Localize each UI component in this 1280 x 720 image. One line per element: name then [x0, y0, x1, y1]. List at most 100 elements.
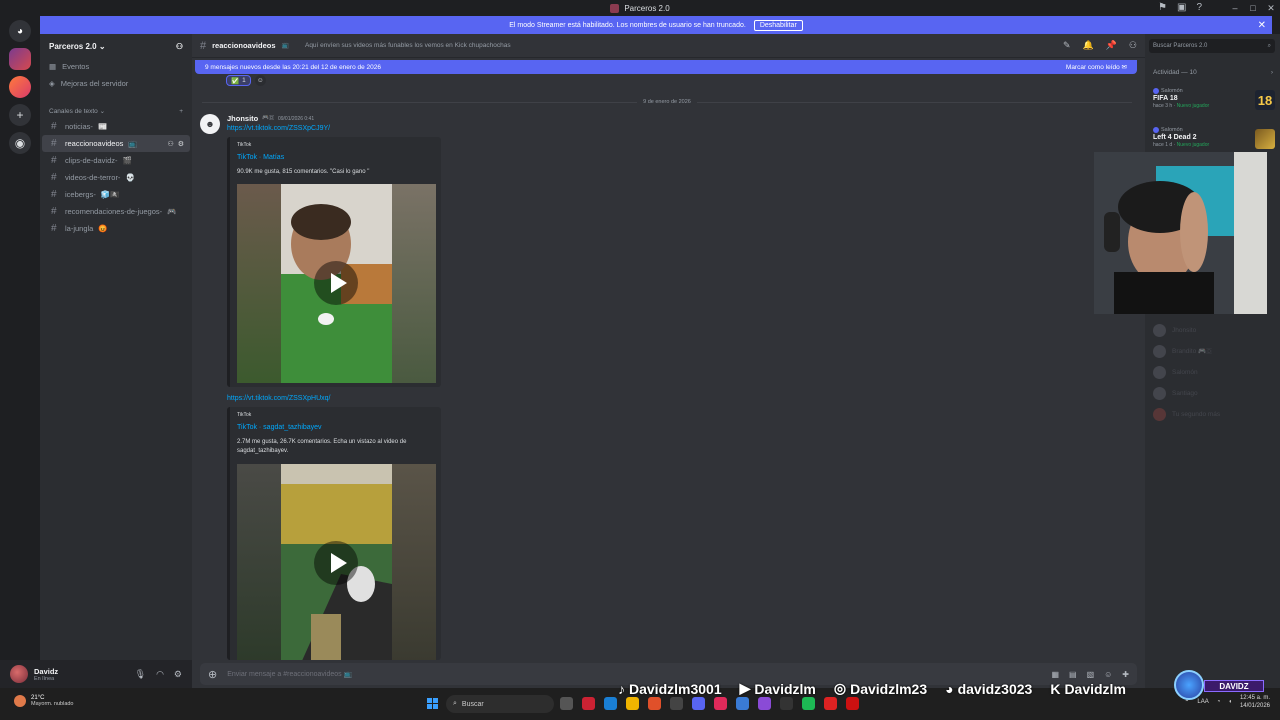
activity-header[interactable]: Actividad — 10 ›: [1153, 69, 1273, 76]
search-input[interactable]: Buscar Parceros 2.0 ⌕: [1149, 39, 1275, 53]
close-icon[interactable]: ✕: [1258, 20, 1266, 31]
emoji-icon[interactable]: ☺: [1104, 670, 1112, 679]
server-header[interactable]: Parceros 2.0 ⌄ ⚇: [40, 34, 192, 58]
attach-icon[interactable]: ⊕: [208, 668, 217, 681]
member-item[interactable]: Salomón: [1153, 364, 1198, 380]
app-icon[interactable]: [824, 697, 837, 710]
add-server-icon[interactable]: +: [9, 104, 31, 126]
sticker-icon[interactable]: ▧: [1087, 670, 1095, 679]
video-thumbnail-1[interactable]: [237, 184, 436, 383]
tiktok-link-2[interactable]: https://vt.tiktok.com/ZSSXpHUxq/: [227, 395, 330, 402]
hash-icon: #: [51, 223, 57, 234]
member-item[interactable]: Brandito 🎮🇩: [1153, 343, 1212, 359]
message-input[interactable]: Enviar mensaje a #reaccionoavideos 📺: [227, 670, 352, 678]
channel-topic[interactable]: Aquí envíen sus videos más funables los …: [305, 42, 511, 49]
server-icon: [610, 3, 620, 13]
channel-clips[interactable]: # clips-de-davidz- 🎬: [42, 152, 190, 169]
gif-icon[interactable]: ▤: [1069, 670, 1077, 679]
avatar: [1153, 407, 1166, 421]
channel-la-jungla[interactable]: # la-jungla 😡: [42, 220, 190, 237]
screen-icon[interactable]: ▣: [1177, 2, 1186, 13]
member-item[interactable]: Santiago: [1153, 385, 1198, 401]
invite-icon[interactable]: ⚇: [176, 42, 183, 51]
close-button[interactable]: ✕: [1262, 3, 1280, 14]
server-icon-other[interactable]: [9, 76, 31, 98]
play-icon[interactable]: [314, 541, 358, 585]
member-name: Tu segundo más: [1172, 410, 1221, 418]
taskbar-search[interactable]: ⌕ Buscar: [446, 695, 554, 713]
gift-icon[interactable]: ▦: [1051, 670, 1059, 679]
explore-icon[interactable]: ◉: [9, 132, 31, 154]
weather-widget[interactable]: 21°C Mayorm. nublado: [14, 695, 74, 707]
app-icon[interactable]: [758, 697, 771, 710]
social-instagram: ◎ Davidzlm23: [834, 680, 927, 697]
gear-icon[interactable]: ⚙: [178, 140, 184, 148]
new-messages-bar[interactable]: 9 mensajes nuevos desde las 20:21 del 12…: [195, 60, 1137, 74]
author-name[interactable]: Jhonsito: [227, 114, 258, 123]
embed-description: 90.9K me gusta, 815 comentarios. "Casi l…: [237, 169, 370, 175]
category-text-channels[interactable]: Canales de texto ⌄ +: [40, 104, 192, 118]
discord-icon[interactable]: [692, 697, 705, 710]
avatar[interactable]: [10, 665, 28, 683]
activity-user: Salomón: [1161, 88, 1183, 94]
disable-streamer-button[interactable]: Deshabilitar: [753, 19, 803, 31]
avatar[interactable]: ☻: [200, 114, 220, 134]
channel-label: la-jungla: [65, 224, 94, 233]
channel-noticias[interactable]: # noticias- 📰: [42, 118, 190, 135]
app-icon[interactable]: [670, 697, 683, 710]
add-member-icon[interactable]: ⚇: [167, 140, 173, 148]
channel-reaccionoavideos[interactable]: # reaccionoavideos 📺 ⚇ ⚙: [42, 135, 190, 152]
taskbar-apps: [560, 697, 859, 710]
channel-videos-terror[interactable]: # videos-de-terror- 💀: [42, 169, 190, 186]
logo-text: DAVIDZ: [1204, 680, 1264, 692]
embed-title[interactable]: TikTok · Matías: [237, 154, 284, 161]
embed-title[interactable]: TikTok · sagdat_tazhibayev: [237, 424, 322, 431]
activity-item[interactable]: Salomón FIFA 18 hace 3 h · Nuevo jugador…: [1153, 88, 1275, 122]
search-placeholder: Buscar Parceros 2.0: [1153, 43, 1208, 49]
mark-read-label: Marcar como leído: [1065, 64, 1120, 71]
tv-icon: 📺: [281, 43, 289, 49]
play-icon[interactable]: [314, 261, 358, 305]
add-reaction-icon[interactable]: ☺: [254, 75, 266, 86]
headphones-icon[interactable]: ◠: [156, 669, 164, 680]
app-icon[interactable]: [736, 697, 749, 710]
discord-home-icon[interactable]: ◕: [9, 20, 31, 42]
inbox-icon[interactable]: ⚑: [1158, 2, 1167, 13]
weather-icon: [14, 695, 26, 707]
gear-icon[interactable]: ⚙: [174, 669, 182, 680]
avatar: [1153, 344, 1166, 358]
channel-recomendaciones[interactable]: # recomendaciones-de-juegos- 🎮: [42, 203, 190, 220]
channel-icebergs[interactable]: # icebergs- 🧊🏴‍☠️: [42, 186, 190, 203]
app-icon[interactable]: [714, 697, 727, 710]
embed-card-2: TikTok TikTok · sagdat_tazhibayev 2.7M m…: [227, 407, 441, 660]
threads-icon[interactable]: ✎: [1063, 40, 1071, 51]
nav-boosts[interactable]: ◈ Mejoras del servidor: [40, 75, 192, 92]
member-item[interactable]: Tu segundo más: [1153, 406, 1220, 422]
start-icon[interactable]: [427, 698, 438, 709]
members-icon[interactable]: ⚇: [1129, 40, 1137, 51]
apps-icon[interactable]: ✚: [1122, 670, 1129, 679]
server-icon-parceros[interactable]: [9, 48, 31, 70]
bell-icon[interactable]: 🔔: [1082, 40, 1093, 51]
nav-events[interactable]: ▦ Eventos: [40, 58, 192, 75]
maximize-button[interactable]: □: [1244, 3, 1262, 13]
app-icon[interactable]: [648, 697, 661, 710]
reaction-check[interactable]: ✅ 1: [226, 75, 251, 86]
add-channel-icon[interactable]: +: [179, 108, 183, 115]
pin-icon[interactable]: 📌: [1106, 40, 1117, 51]
app-icon[interactable]: [582, 697, 595, 710]
app-icon[interactable]: [780, 697, 793, 710]
activity-panel: Buscar Parceros 2.0 ⌕ Actividad — 10 › S…: [1145, 34, 1280, 688]
edge-icon[interactable]: [604, 697, 617, 710]
tiktok-link-1[interactable]: https://vt.tiktok.com/ZSSXpCJ9Y/: [227, 125, 330, 132]
mark-read-button[interactable]: Marcar como leído ✉: [1066, 63, 1127, 71]
folder-icon[interactable]: [626, 697, 639, 710]
member-item[interactable]: Jhonsito: [1153, 322, 1196, 338]
help-icon[interactable]: ?: [1196, 2, 1202, 13]
video-thumbnail-2[interactable]: [237, 464, 436, 660]
microphone-icon[interactable]: 🎙: [135, 669, 146, 680]
task-view-icon[interactable]: [560, 697, 573, 710]
minimize-button[interactable]: –: [1226, 3, 1244, 13]
app-icon[interactable]: [846, 697, 859, 710]
spotify-icon[interactable]: [802, 697, 815, 710]
